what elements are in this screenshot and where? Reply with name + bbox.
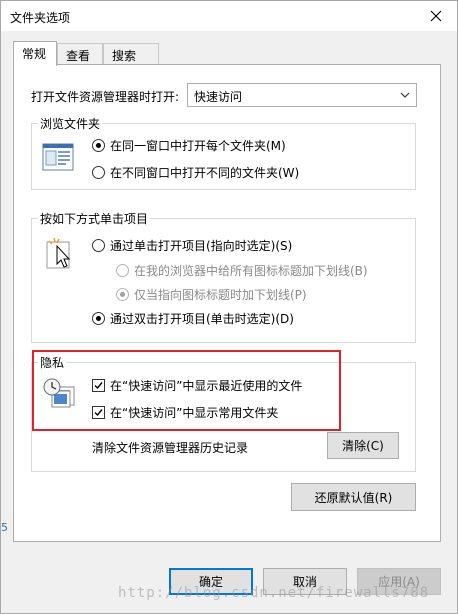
underline-all-titles-radio[interactable]: 在我的浏览器中给所有图标标题加下划线(B): [116, 262, 368, 279]
checkbox-box: [92, 379, 105, 392]
show-recent-files-checkbox[interactable]: 在“快速访问”中显示最近使用的文件: [92, 377, 302, 394]
tab-view[interactable]: 查看: [57, 43, 103, 65]
underline-all-titles-label: 在我的浏览器中给所有图标标题加下划线(B): [134, 264, 368, 278]
watermark-text: http://blog.csdn.net/firewalls788: [118, 585, 430, 601]
radio-dot: [92, 139, 105, 152]
underline-on-point-label: 仅当指向图标标题时加下划线(P): [134, 288, 307, 302]
checkbox-box: [92, 406, 105, 419]
pointer-click-icon: [46, 237, 71, 269]
browse-new-window-label: 在不同窗口中打开不同的文件夹(W): [110, 166, 300, 180]
click-items-group: 按如下方式单击项目 通过单击打开项目(指向时选定)(S) 在我的浏览器中给所有图…: [31, 210, 416, 343]
browse-folders-group: 浏览文件夹 在同一窗口中打开每个文件夹(M) 在不同窗口中打开不同的文件夹(W): [31, 115, 416, 190]
double-click-radio[interactable]: 通过双击打开项目(单击时选定)(D): [92, 310, 294, 327]
radio-dot: [116, 264, 129, 277]
clock-files-icon: [43, 378, 75, 408]
privacy-title: 隐私: [38, 354, 67, 371]
browse-new-window-radio[interactable]: 在不同窗口中打开不同的文件夹(W): [92, 164, 299, 181]
tab-search[interactable]: 搜索: [103, 43, 159, 65]
open-explorer-label: 打开文件资源管理器时打开:: [31, 90, 180, 104]
browse-same-window-radio[interactable]: 在同一窗口中打开每个文件夹(M): [92, 137, 286, 154]
close-button[interactable]: [421, 4, 451, 28]
radio-dot: [92, 312, 105, 325]
single-click-label: 通过单击打开项目(指向时选定)(S): [110, 239, 293, 253]
browse-folders-title: 浏览文件夹: [38, 115, 103, 132]
window-title: 文件夹选项: [10, 11, 71, 25]
open-explorer-select[interactable]: 快速访问: [187, 83, 417, 107]
open-explorer-value: 快速访问: [194, 90, 243, 104]
checkmark-icon: [94, 409, 103, 417]
browse-same-window-label: 在同一窗口中打开每个文件夹(M): [110, 139, 286, 153]
folder-window-icon: [42, 143, 74, 171]
show-recent-files-label: 在“快速访问”中显示最近使用的文件: [110, 379, 303, 393]
title-bar: 文件夹选项: [1, 1, 457, 31]
double-click-label: 通过双击打开项目(单击时选定)(D): [110, 312, 294, 326]
single-click-radio[interactable]: 通过单击打开项目(指向时选定)(S): [92, 237, 292, 254]
general-tab-panel: 打开文件资源管理器时打开: 快速访问 浏览文件夹 在同一窗口中打开每个文件夹(M…: [13, 64, 441, 542]
show-frequent-folders-label: 在“快速访问”中显示常用文件夹: [110, 406, 279, 420]
restore-defaults-button[interactable]: 还原默认值(R): [291, 483, 416, 511]
chevron-down-icon: [400, 92, 410, 98]
radio-dot: [92, 239, 105, 252]
radio-dot: [92, 166, 105, 179]
close-icon: [430, 10, 442, 22]
clear-history-button[interactable]: 清除(C): [327, 432, 399, 459]
left-edge-fragment: 5: [1, 521, 8, 534]
tab-general[interactable]: 常规: [13, 41, 57, 66]
radio-dot: [116, 288, 129, 301]
checkmark-icon: [94, 382, 103, 390]
click-items-title: 按如下方式单击项目: [38, 210, 151, 227]
privacy-group: 隐私 在“快速访问”中显示最近使用的文件 在“快速访问”中显示常用文件夹 清除文…: [31, 354, 416, 472]
show-frequent-folders-checkbox[interactable]: 在“快速访问”中显示常用文件夹: [92, 404, 278, 421]
clear-history-label: 清除文件资源管理器历史记录: [92, 441, 249, 455]
folder-options-dialog: 文件夹选项 常规 查看 搜索 打开文件资源管理器时打开: 快速访问 浏览文件夹: [0, 0, 458, 614]
underline-on-point-radio[interactable]: 仅当指向图标标题时加下划线(P): [116, 286, 307, 303]
